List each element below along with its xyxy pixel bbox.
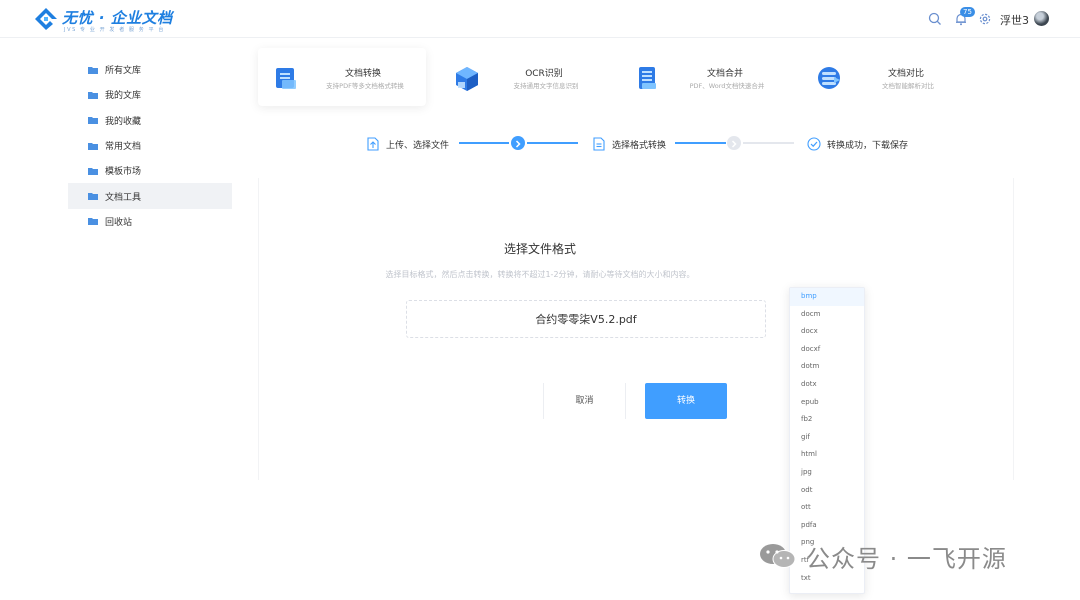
convert-button[interactable]: 转换	[645, 383, 727, 419]
tool-card-title: OCR识别	[525, 69, 563, 79]
format-option[interactable]: jpg	[790, 464, 864, 482]
sidebar-item-label: 模板市场	[105, 167, 142, 178]
tool-card-title: 文档转换	[344, 69, 381, 79]
step-connector	[743, 142, 794, 144]
sidebar-item-label: 常用文档	[105, 142, 142, 153]
document-merge-icon	[639, 67, 656, 89]
gear-icon[interactable]	[978, 12, 992, 26]
page-title: 选择文件格式	[503, 242, 576, 256]
format-file-icon	[593, 137, 605, 151]
format-option[interactable]: fb2	[790, 411, 864, 429]
sidebar-item-all-libraries[interactable]: 所有文库	[68, 57, 232, 82]
step-connector	[675, 142, 726, 144]
step-upload: 上传、选择文件	[366, 136, 449, 152]
wechat-icon	[760, 544, 796, 568]
panel-hint: 选择目标格式，然后点击转换，转换将不超过1-2分钟，请耐心等待文档的大小和内容。	[385, 270, 695, 279]
sidebar-item-favorites[interactable]: 我的收藏	[68, 108, 232, 133]
notification-badge: 75	[960, 7, 975, 17]
folder-icon	[88, 192, 98, 201]
sidebar-item-template-market[interactable]: 模板市场	[68, 158, 232, 183]
chevron-right-icon	[731, 140, 737, 148]
check-circle-icon	[807, 137, 821, 151]
format-option[interactable]: dotx	[790, 376, 864, 394]
tool-card-title: 文档合并	[706, 69, 743, 79]
document-compare-icon	[818, 67, 840, 89]
tool-card-doc-convert[interactable]: 文档转换 支持PDF等多文档格式转换	[258, 48, 426, 106]
format-option[interactable]: epub	[790, 394, 864, 412]
format-option[interactable]: dotm	[790, 358, 864, 376]
format-option[interactable]: odt	[790, 482, 864, 500]
format-option[interactable]: gif	[790, 429, 864, 447]
folder-icon	[88, 116, 98, 125]
username[interactable]: 浮世3	[1000, 12, 1029, 28]
tool-card-ocr[interactable]: OCR识别 支持通用文字信息识别	[439, 48, 607, 106]
format-option[interactable]: docxf	[790, 341, 864, 359]
watermark-text: 公众号 · 一飞开源	[806, 544, 1007, 573]
cancel-button[interactable]: 取消	[543, 383, 626, 419]
tool-card-desc: 文档智能解析对比	[882, 82, 934, 90]
sidebar-item-label: 所有文库	[105, 66, 142, 77]
sidebar-item-doc-tools[interactable]: 文档工具	[68, 183, 232, 209]
document-convert-icon	[276, 68, 296, 89]
tool-card-doc-compare[interactable]: 文档对比 文档智能解析对比	[801, 48, 969, 106]
sidebar-item-common-docs[interactable]: 常用文档	[68, 133, 232, 158]
search-icon[interactable]	[928, 12, 942, 26]
tool-card-desc: 支持通用文字信息识别	[513, 82, 579, 90]
watermark: 公众号 · 一飞开源	[758, 538, 1007, 574]
ocr-cube-icon	[456, 67, 478, 91]
sidebar-item-label: 我的文库	[105, 91, 142, 102]
format-option[interactable]: docx	[790, 323, 864, 341]
chevron-right-icon	[515, 140, 521, 148]
folder-icon	[88, 91, 98, 99]
sidebar-item-recycle-bin[interactable]: 回收站	[68, 209, 232, 234]
tool-card-desc: PDF、Word文档快速合并	[689, 82, 765, 90]
step-dot-inactive	[727, 136, 741, 150]
sidebar-item-label: 回收站	[105, 217, 133, 228]
logo-mark-icon	[35, 8, 57, 30]
folder-icon	[88, 66, 98, 74]
step-select-format: 选择格式转换	[592, 136, 666, 152]
sidebar-item-my-library[interactable]: 我的文库	[68, 82, 232, 107]
format-option[interactable]: docm	[790, 306, 864, 324]
tool-card-desc: 支持PDF等多文档格式转换	[326, 82, 404, 90]
folder-icon	[88, 217, 98, 226]
folder-icon	[88, 167, 98, 175]
format-option[interactable]: pdfa	[790, 517, 864, 535]
folder-icon	[88, 142, 98, 150]
step-connector	[459, 142, 509, 144]
top-header: 无忧 · 企业文档 JVS 专 业 开 发 者 服 务 平 台 75 浮世3	[0, 0, 1080, 38]
sidebar-item-label: 文档工具	[105, 192, 142, 203]
step-dot-active	[511, 136, 525, 150]
sidebar-item-label: 我的收藏	[105, 116, 142, 127]
app-logo[interactable]: 无忧 · 企业文档 JVS 专 业 开 发 者 服 务 平 台	[34, 6, 174, 34]
logo-subtitle: JVS 专 业 开 发 者 服 务 平 台	[64, 27, 165, 33]
sidebar: 所有文库 我的文库 我的收藏 常用文档 模板市场 文档工具 回收站	[68, 57, 232, 234]
selected-file[interactable]: 合约零零柒V5.2.pdf	[406, 300, 766, 338]
tool-card-doc-merge[interactable]: 文档合并 PDF、Word文档快速合并	[620, 48, 788, 106]
step-complete: 转换成功，下载保存	[807, 136, 908, 152]
step-label: 转换成功，下载保存	[827, 140, 909, 151]
upload-file-icon	[367, 137, 379, 151]
avatar[interactable]	[1034, 11, 1049, 26]
format-option[interactable]: html	[790, 446, 864, 464]
format-option[interactable]: bmp	[790, 288, 864, 306]
tool-card-title: 文档对比	[887, 69, 924, 79]
format-option[interactable]: ott	[790, 499, 864, 517]
logo-title: 无忧 · 企业文档	[62, 9, 173, 27]
step-label: 选择格式转换	[612, 140, 667, 151]
step-label: 上传、选择文件	[386, 140, 450, 151]
step-connector	[527, 142, 578, 144]
